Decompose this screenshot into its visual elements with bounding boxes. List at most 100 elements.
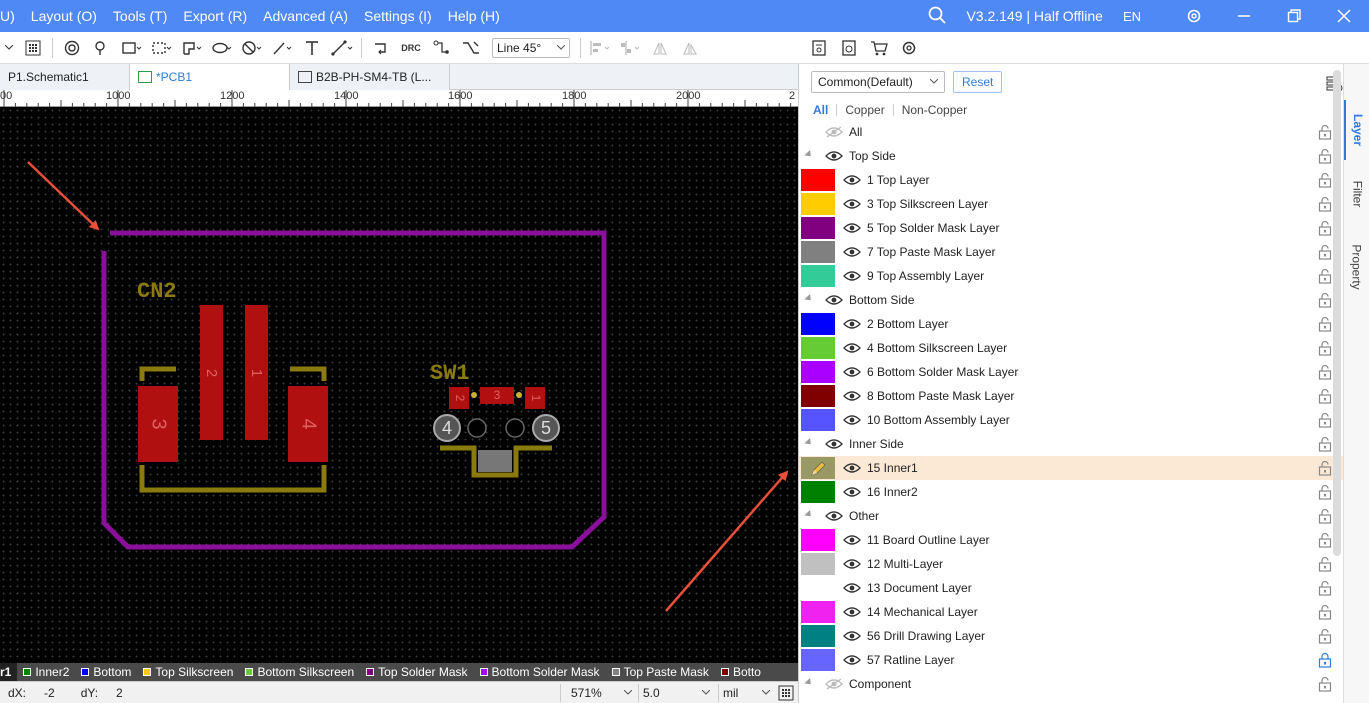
lock-icon[interactable] bbox=[1317, 604, 1333, 620]
lock-icon[interactable] bbox=[1317, 628, 1333, 644]
layer-row[interactable]: 10 Bottom Assembly Layer bbox=[799, 408, 1344, 432]
visibility-eye-icon[interactable] bbox=[825, 150, 843, 162]
designator-sw1[interactable]: SW1 bbox=[430, 361, 470, 386]
visibility-eye-icon[interactable] bbox=[843, 174, 861, 186]
differential-pair-icon[interactable] bbox=[428, 35, 454, 61]
menu-item[interactable]: Advanced (A) bbox=[255, 0, 356, 32]
layer-color-swatch[interactable] bbox=[801, 217, 835, 239]
lock-icon[interactable] bbox=[1317, 364, 1333, 380]
flip-vertical-icon[interactable] bbox=[677, 35, 703, 61]
lock-icon[interactable] bbox=[1317, 340, 1333, 356]
layer-row[interactable]: 7 Top Paste Mask Layer bbox=[799, 240, 1344, 264]
layer-color-swatch[interactable] bbox=[801, 649, 835, 671]
collapse-arrow-icon[interactable] bbox=[804, 437, 814, 448]
panel-settings-icon[interactable] bbox=[896, 35, 922, 61]
layer-bar-item[interactable]: Top Solder Mask bbox=[360, 663, 473, 681]
collapse-arrow-icon[interactable] bbox=[804, 677, 814, 688]
region-icon[interactable] bbox=[149, 35, 175, 61]
lock-icon[interactable] bbox=[1317, 676, 1333, 692]
layer-color-swatch[interactable] bbox=[801, 625, 835, 647]
layer-bar-item[interactable]: Bottom Solder Mask bbox=[474, 663, 606, 681]
visibility-eye-icon[interactable] bbox=[825, 294, 843, 306]
lock-icon[interactable] bbox=[1317, 412, 1333, 428]
grid-icon[interactable] bbox=[20, 35, 46, 61]
layer-group-row[interactable]: Inner Side bbox=[799, 432, 1344, 456]
tab-footprint[interactable]: B2B-PH-SM4-TB (L... bbox=[290, 64, 450, 90]
layer-row[interactable]: 4 Bottom Silkscreen Layer bbox=[799, 336, 1344, 360]
layer-row[interactable]: 14 Mechanical Layer bbox=[799, 600, 1344, 624]
language-button[interactable]: EN bbox=[1113, 9, 1151, 24]
collapse-arrow-icon[interactable] bbox=[804, 509, 814, 520]
drc-button[interactable]: DRC bbox=[398, 35, 424, 61]
lock-icon[interactable] bbox=[1317, 244, 1333, 260]
visibility-eye-icon[interactable] bbox=[843, 582, 861, 594]
layer-group-row[interactable]: Component bbox=[799, 672, 1344, 696]
lock-icon[interactable] bbox=[1317, 268, 1333, 284]
visibility-eye-icon[interactable] bbox=[843, 390, 861, 402]
visibility-eye-icon[interactable] bbox=[843, 342, 861, 354]
layer-row[interactable]: 16 Inner2 bbox=[799, 480, 1344, 504]
layer-color-swatch[interactable] bbox=[801, 337, 835, 359]
visibility-eye-icon[interactable] bbox=[825, 510, 843, 522]
visibility-eye-icon[interactable] bbox=[825, 678, 843, 690]
lock-icon[interactable] bbox=[1317, 124, 1333, 140]
visibility-eye-icon[interactable] bbox=[843, 654, 861, 666]
lock-icon[interactable] bbox=[1317, 556, 1333, 572]
layer-row[interactable]: 15 Inner1 bbox=[799, 456, 1344, 480]
order-cart-icon[interactable] bbox=[866, 35, 892, 61]
layer-bar-item[interactable]: Botto bbox=[715, 663, 767, 681]
distribute-icon[interactable] bbox=[617, 35, 643, 61]
layer-group-row[interactable]: Other bbox=[799, 504, 1344, 528]
visibility-eye-icon[interactable] bbox=[843, 198, 861, 210]
layer-color-swatch[interactable] bbox=[801, 457, 835, 479]
line-icon[interactable] bbox=[269, 35, 295, 61]
menu-item[interactable]: Layout (O) bbox=[23, 0, 105, 32]
no-connect-icon[interactable] bbox=[239, 35, 265, 61]
layer-row[interactable]: 6 Bottom Solder Mask Layer bbox=[799, 360, 1344, 384]
layer-color-swatch[interactable] bbox=[801, 409, 835, 431]
menu-item[interactable]: Help (H) bbox=[440, 0, 508, 32]
layer-list-scrollbar[interactable] bbox=[1333, 70, 1341, 556]
lock-icon[interactable] bbox=[1317, 436, 1333, 452]
layer-bar-item[interactable]: Top Paste Mask bbox=[606, 663, 715, 681]
layer-color-swatch[interactable] bbox=[801, 481, 835, 503]
tab-pcb[interactable]: *PCB1 bbox=[130, 64, 290, 90]
layer-row[interactable]: 12 Multi-Layer bbox=[799, 552, 1344, 576]
flip-horizontal-icon[interactable] bbox=[647, 35, 673, 61]
unit-select[interactable]: mil bbox=[718, 684, 774, 702]
layer-preset-select[interactable]: Common(Default) bbox=[811, 71, 945, 93]
layer-row-all[interactable]: All bbox=[799, 120, 1344, 144]
layer-row[interactable]: 11 Board Outline Layer bbox=[799, 528, 1344, 552]
designator-cn2[interactable]: CN2 bbox=[137, 279, 177, 304]
layer-row[interactable]: 9 Top Assembly Layer bbox=[799, 264, 1344, 288]
layer-color-swatch[interactable] bbox=[801, 385, 835, 407]
filter-tab-all[interactable]: All bbox=[813, 104, 838, 116]
lock-icon[interactable] bbox=[1317, 292, 1333, 308]
side-tab-layer[interactable]: Layer bbox=[1344, 100, 1369, 160]
layer-bar-item[interactable]: Inner2 bbox=[17, 663, 75, 681]
visibility-eye-icon[interactable] bbox=[843, 318, 861, 330]
dropdown-chevron-icon[interactable] bbox=[2, 35, 16, 61]
layer-color-swatch[interactable] bbox=[801, 241, 835, 263]
lock-icon[interactable] bbox=[1317, 388, 1333, 404]
layer-color-swatch[interactable] bbox=[801, 265, 835, 287]
grid-toggle-icon[interactable] bbox=[778, 685, 794, 703]
visibility-eye-icon[interactable] bbox=[843, 630, 861, 642]
line-mode-select[interactable]: Line 45° bbox=[492, 37, 570, 58]
visibility-eye-icon[interactable] bbox=[843, 414, 861, 426]
lock-icon[interactable] bbox=[1317, 532, 1333, 548]
polygon-icon[interactable] bbox=[179, 35, 205, 61]
layer-row[interactable]: 56 Drill Drawing Layer bbox=[799, 624, 1344, 648]
ellipse-icon[interactable] bbox=[209, 35, 235, 61]
lock-icon[interactable] bbox=[1317, 580, 1333, 596]
lock-icon[interactable] bbox=[1317, 484, 1333, 500]
lock-icon[interactable] bbox=[1317, 196, 1333, 212]
visibility-eye-icon[interactable] bbox=[843, 486, 861, 498]
layer-bar-item[interactable]: Bottom Silkscreen bbox=[239, 663, 360, 681]
menu-item[interactable]: Export (R) bbox=[175, 0, 255, 32]
side-tab-filter[interactable]: Filter bbox=[1344, 164, 1369, 224]
pcb-canvas[interactable]: 3 2 1 4 CN2 SW1 2 3 1 4 5 bbox=[0, 107, 798, 663]
filter-tab-non-copper[interactable]: Non-Copper bbox=[894, 104, 975, 116]
visibility-eye-icon[interactable] bbox=[825, 126, 843, 138]
lock-icon[interactable] bbox=[1317, 508, 1333, 524]
